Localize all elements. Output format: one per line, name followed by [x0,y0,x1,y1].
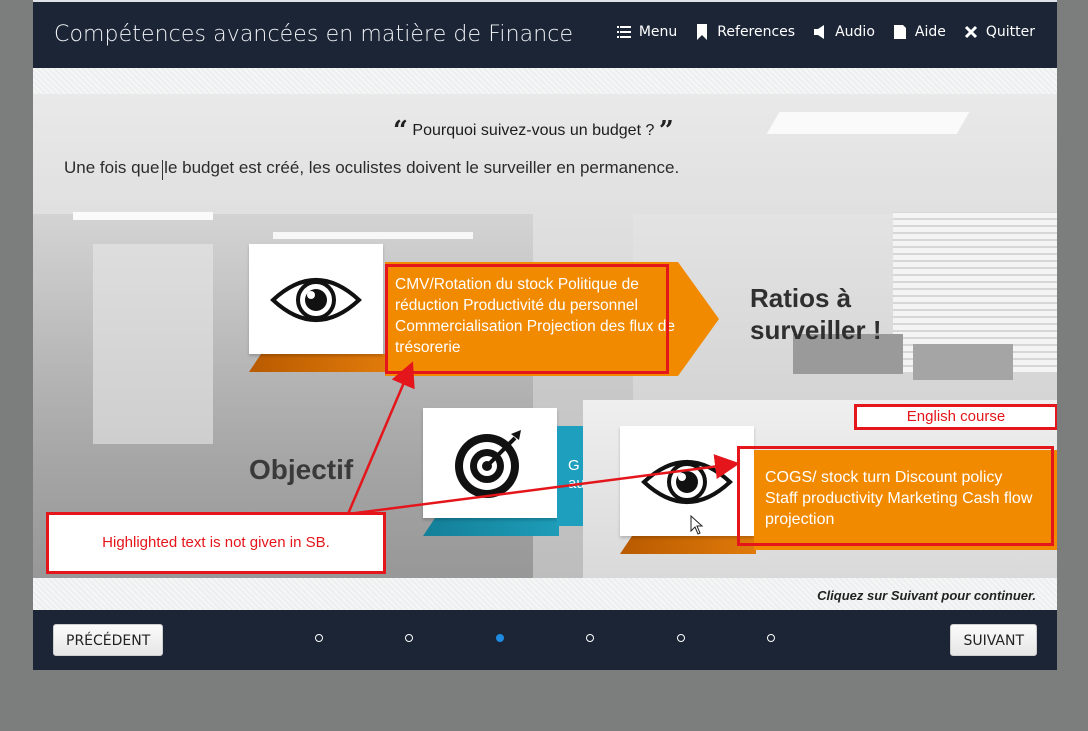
nav-aide[interactable]: Aide [893,24,946,40]
header-bar: Compétences avancées en matière de Finan… [33,0,1057,68]
page-indicator [33,634,1057,646]
page-dot-1[interactable] [315,634,323,642]
page-dot-5[interactable] [677,634,685,642]
nav-quitter-label: Quitter [985,24,1035,40]
nav-aide-label: Aide [914,24,946,40]
arrow-to-french-text [346,361,415,515]
header-nav: Menu References Audio Aide Quitter [616,24,1035,40]
nav-menu[interactable]: Menu [616,24,678,40]
speaker-icon [814,25,825,39]
top-pattern-band [33,68,1057,94]
annotation-arrows [346,361,740,516]
footer-bar: PRÉCÉDENT SUIVANT [33,610,1057,670]
menu-icon [616,26,631,38]
nav-quitter[interactable]: Quitter [964,24,1035,40]
continue-hint: Cliquez sur Suivant pour continuer. [817,588,1036,603]
bookmark-icon [697,24,708,40]
nav-menu-label: Menu [638,24,678,40]
nav-audio-label: Audio [835,24,875,40]
slide-stage: “ Pourquoi suivez-vous un budget ? ” Une… [33,94,1057,578]
nav-references[interactable]: References [695,24,795,40]
page-dot-4[interactable] [586,634,594,642]
bottom-pattern-band: Cliquez sur Suivant pour continuer. [33,578,1057,610]
course-title: Compétences avancées en matière de Finan… [54,22,574,47]
next-button[interactable]: SUIVANT [950,624,1037,656]
nav-audio[interactable]: Audio [813,24,875,40]
help-doc-icon [893,25,906,39]
page-dot-2[interactable] [405,634,413,642]
review-note: Highlighted text is not given in SB. [46,512,386,574]
arrow-to-english-text [347,454,740,516]
page-dot-3-active[interactable] [496,634,504,642]
close-icon [964,25,977,39]
page-dot-6[interactable] [767,634,775,642]
course-player: Compétences avancées en matière de Finan… [33,0,1057,670]
nav-references-label: References [717,24,796,40]
mouse-cursor-icon [690,515,704,535]
